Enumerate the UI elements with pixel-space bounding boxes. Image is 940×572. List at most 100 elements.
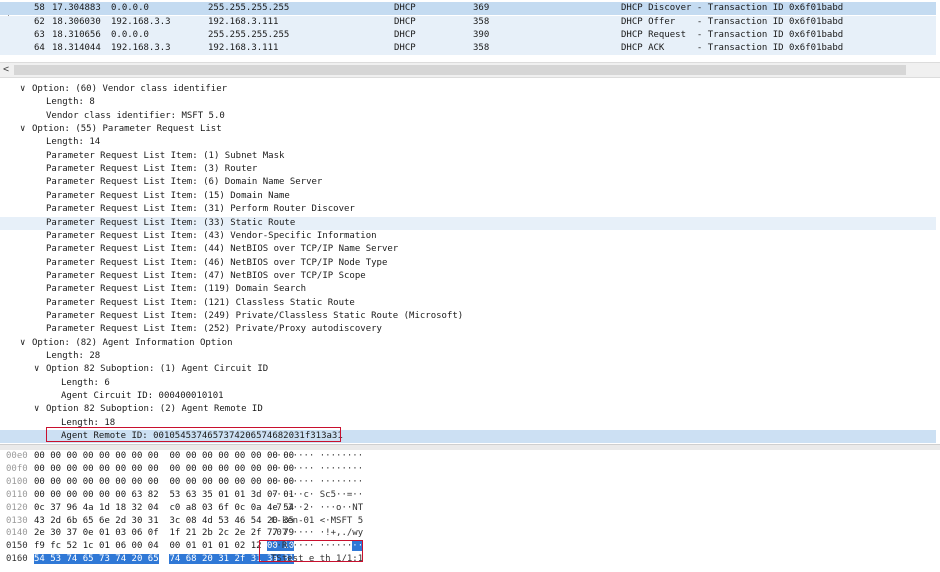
detail-row[interactable]: Length: 14 <box>0 136 936 149</box>
packet-info: DHCP Offer - Transaction ID 0x6f01babd <box>621 17 844 27</box>
detail-text: Parameter Request List Item: (3) Router <box>46 164 258 175</box>
packet-row[interactable]: 63 18.310656 0.0.0.0 255.255.255.255 DHC… <box>0 29 936 42</box>
highlight-box <box>46 427 341 442</box>
detail-row[interactable]: Parameter Request List Item: (43) Vendor… <box>0 230 936 243</box>
detail-text: Parameter Request List Item: (249) Priva… <box>46 310 464 321</box>
packet-no: 58 17.304883 <box>34 3 101 13</box>
hex-bytes: 00 00 00 00 00 00 00 00 00 00 00 00 00 0… <box>34 463 295 474</box>
packet-len: 358 <box>473 17 490 27</box>
detail-row[interactable]: Parameter Request List Item: (249) Priva… <box>0 310 936 323</box>
expand-chevron-icon[interactable]: ∨ <box>34 403 39 416</box>
packet-row[interactable]: 62 18.306030 192.168.3.3 192.168.3.111 D… <box>0 16 936 29</box>
packet-dst: 255.255.255.255 <box>208 30 290 40</box>
detail-row[interactable]: Parameter Request List Item: (15) Domain… <box>0 190 936 203</box>
detail-text: Parameter Request List Item: (121) Class… <box>46 297 355 308</box>
expand-chevron-icon[interactable]: ∨ <box>20 123 25 136</box>
hex-row[interactable]: 0150 f9 fc 52 1c 01 06 00 04 00 01 01 01 … <box>0 540 940 553</box>
hex-bytes: 43 2d 6b 65 6e 2d 30 31 3c 08 4d 53 46 5… <box>34 515 295 526</box>
packet-no: 62 18.306030 <box>34 17 101 27</box>
packet-len: 358 <box>473 43 490 53</box>
detail-row[interactable]: Parameter Request List Item: (119) Domai… <box>0 283 936 296</box>
packet-info: DHCP ACK - Transaction ID 0x6f01babd <box>621 43 844 53</box>
detail-row[interactable]: ∨ Option: (55) Parameter Request List <box>0 123 936 136</box>
packet-dst: 255.255.255.255 <box>208 3 290 13</box>
detail-row[interactable]: ∨ Option 82 Suboption: (2) Agent Remote I… <box>0 403 936 416</box>
detail-row[interactable]: Agent Circuit ID: 000400010101 <box>0 390 936 403</box>
hex-offset: 00f0 <box>6 463 28 474</box>
detail-row[interactable]: Parameter Request List Item: (31) Perfor… <box>0 203 936 216</box>
hex-bytes: 54 53 74 65 73 74 20 65 74 68 20 31 2f 3… <box>34 554 295 565</box>
detail-text: Parameter Request List Item: (46) NetBIO… <box>46 257 388 268</box>
hex-offset: 0140 <box>6 528 28 539</box>
detail-text: Parameter Request List Item: (15) Domain… <box>46 190 290 201</box>
detail-text: Parameter Request List Item: (33) Static… <box>46 217 296 228</box>
hex-row[interactable]: 00f0 00 00 00 00 00 00 00 00 00 00 00 00 … <box>0 463 940 476</box>
detail-row[interactable]: ∨ Option: (82) Agent Information Option <box>0 337 936 350</box>
hex-row[interactable]: 0160 54 53 74 65 73 74 20 65 74 68 20 31 … <box>0 553 940 566</box>
detail-text: Option: (60) Vendor class identifier <box>32 84 228 94</box>
ascii-highlight-box <box>259 540 363 562</box>
hex-offset: 0160 <box>6 554 28 565</box>
hex-row[interactable]: 0130 43 2d 6b 65 6e 2d 30 31 3c 08 4d 53 … <box>0 515 940 528</box>
hex-row[interactable]: 0110 00 00 00 00 00 00 63 82 53 63 35 01 … <box>0 489 940 502</box>
detail-row[interactable]: Parameter Request List Item: (46) NetBIO… <box>0 257 936 270</box>
detail-text: Parameter Request List Item: (47) NetBIO… <box>46 270 366 281</box>
packet-row[interactable]: 64 18.314044 192.168.3.3 192.168.3.111 D… <box>0 42 936 55</box>
detail-text: Length: 6 <box>61 377 110 388</box>
expand-chevron-icon[interactable]: ∨ <box>34 363 39 376</box>
hex-offset: 00e0 <box>6 451 28 461</box>
detail-text: Parameter Request List Item: (44) NetBIO… <box>46 244 399 255</box>
detail-row[interactable]: Length: 6 <box>0 377 936 390</box>
hex-row[interactable]: 00e0 00 00 00 00 00 00 00 00 00 00 00 00 … <box>0 450 940 463</box>
detail-row[interactable]: ∨ Option 82 Suboption: (1) Agent Circuit … <box>0 363 936 376</box>
packet-details-pane: ∨ Option: (60) Vendor class identifier Len… <box>0 80 940 444</box>
hex-offset: 0100 <box>6 476 28 487</box>
hex-ascii: .07····· ·!+,./wy <box>271 528 364 539</box>
scroll-left-icon[interactable]: < <box>3 63 9 77</box>
hex-offset: 0110 <box>6 489 28 500</box>
packet-info: DHCP Request - Transaction ID 0x6f01babd <box>621 30 844 40</box>
packet-row[interactable]: 58 17.304883 0.0.0.0 255.255.255.255 DHC… <box>0 2 936 15</box>
detail-row[interactable]: Parameter Request List Item: (3) Router <box>0 163 936 176</box>
hex-bytes: 00 00 00 00 00 00 63 82 53 63 35 01 01 3… <box>34 489 295 500</box>
detail-row[interactable]: Length: 28 <box>0 350 936 363</box>
hex-row[interactable]: 0140 2e 30 37 0e 01 03 06 0f 1f 21 2b 2c … <box>0 527 940 540</box>
packet-proto: DHCP <box>394 30 416 40</box>
expand-chevron-icon[interactable]: ∨ <box>20 337 25 350</box>
detail-row[interactable]: Parameter Request List Item: (121) Class… <box>0 297 936 310</box>
detail-row[interactable]: Parameter Request List Item: (47) NetBIO… <box>0 270 936 283</box>
hex-bytes: f9 fc 52 1c 01 06 00 04 00 01 01 01 02 1… <box>34 541 295 552</box>
detail-row[interactable]: Parameter Request List Item: (44) NetBIO… <box>0 243 936 256</box>
packet-dst: 192.168.3.111 <box>208 43 279 53</box>
detail-row[interactable]: Parameter Request List Item: (6) Domain … <box>0 176 936 189</box>
hex-bytes: 00 00 00 00 00 00 00 00 00 00 00 00 00 0… <box>34 451 295 461</box>
hex-row[interactable]: 0100 00 00 00 00 00 00 00 00 00 00 00 00 … <box>0 476 940 489</box>
expand-chevron-icon[interactable]: ∨ <box>20 83 25 96</box>
packet-list: 58 17.304883 0.0.0.0 255.255.255.255 DHC… <box>0 0 940 57</box>
detail-row[interactable]: Vendor class identifier: MSFT 5.0 <box>0 110 936 123</box>
detail-row[interactable]: ∨ Option: (60) Vendor class identifier <box>0 83 936 96</box>
hex-bytes: 2e 30 37 0e 01 03 06 0f 1f 21 2b 2c 2e 2… <box>34 528 295 539</box>
scrollbar-thumb[interactable] <box>14 65 906 75</box>
detail-text: Length: 14 <box>46 137 101 148</box>
packet-proto: DHCP <box>394 43 416 53</box>
detail-row[interactable]: Length: 8 <box>0 96 936 109</box>
packet-dst: 192.168.3.111 <box>208 17 279 27</box>
detail-text: Length: 28 <box>46 351 101 361</box>
detail-row[interactable]: Parameter Request List Item: (1) Subnet … <box>0 150 936 163</box>
packet-src: 0.0.0.0 <box>111 3 149 13</box>
hex-row[interactable]: 0120 0c 37 96 4a 1d 18 32 04 c0 a8 03 6f … <box>0 502 940 515</box>
hex-bytes: 00 00 00 00 00 00 00 00 00 00 00 00 00 0… <box>34 476 295 487</box>
detail-row[interactable]: Parameter Request List Item: (252) Priva… <box>0 323 936 336</box>
detail-text: Vendor class identifier: MSFT 5.0 <box>46 110 225 121</box>
detail-row[interactable]: Parameter Request List Item: (33) Static… <box>0 216 936 230</box>
hex-ascii: ········ ········ <box>271 476 364 487</box>
detail-text: Parameter Request List Item: (31) Perfor… <box>46 204 355 215</box>
detail-text: Option 82 Suboption: (2) Agent Remote ID <box>46 404 263 415</box>
packet-src: 192.168.3.3 <box>111 17 171 27</box>
horizontal-scrollbar[interactable]: < <box>0 62 940 78</box>
hex-offset: 0150 <box>6 541 28 552</box>
hex-bytes: 0c 37 96 4a 1d 18 32 04 c0 a8 03 6f 0c 0… <box>34 502 295 513</box>
detail-text: Option: (82) Agent Information Option <box>32 337 233 348</box>
hex-offset: 0130 <box>6 515 28 526</box>
